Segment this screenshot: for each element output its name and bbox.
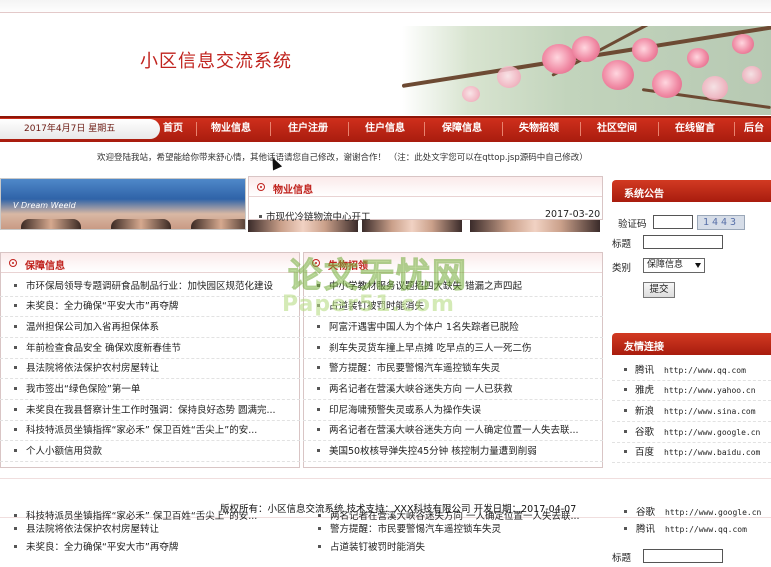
property-info-title: 物业信息	[273, 185, 313, 196]
header-top-line	[0, 12, 771, 13]
security-info-item[interactable]: 温州担保公司加入省再担保体系	[0, 318, 300, 338]
overlap-title-label: 标题	[612, 553, 632, 564]
panel-header: 保障信息	[1, 253, 299, 273]
section-marker-icon	[9, 259, 17, 267]
watermark-cn: 论文无忧网	[288, 256, 468, 297]
site-header: 小区信息交流系统	[0, 0, 771, 116]
overlap-row[interactable]: 未奖良：全力确保“平安大市”再夺牌	[14, 540, 299, 555]
welcome-marquee: 欢迎登陆我站，希望能给你带来舒心情，其他话语请您自己修改，谢谢合作！ （注：此处…	[97, 153, 588, 163]
nav-security-info[interactable]: 保障信息	[434, 116, 490, 142]
lost-found-item[interactable]: 两名记者在营溪大峡谷迷失方向 一人确定位置一人失去联...	[303, 421, 603, 441]
friend-link-item[interactable]: 腾讯 http://www.qq.com	[612, 361, 771, 381]
title-input[interactable]	[643, 235, 723, 249]
friend-link-item[interactable]: 新浪 http://www.sina.com	[612, 402, 771, 422]
security-info-item[interactable]: 年前检查食品安全 确保欢度新春佳节	[0, 339, 300, 359]
page-root: 小区信息交流系统 2017年4月7日 星期五 首页 物业信息 住户注册 住户信息…	[0, 0, 771, 567]
friend-links-header: 友情连接	[612, 333, 771, 355]
lost-found-item[interactable]: 两名记者在营溪大峡谷迷失方向 一人已获救	[303, 380, 603, 400]
friend-link-item[interactable]: 百度 http://www.baidu.com	[612, 443, 771, 463]
system-notice-header: 系统公告	[612, 180, 771, 202]
nav-admin[interactable]: 后台	[738, 116, 770, 142]
overlap-link[interactable]: 谷歌 http://www.google.cn	[624, 505, 771, 520]
property-info-date: 2017-03-20	[545, 209, 601, 220]
friend-link-item[interactable]: 谷歌 http://www.google.cn	[612, 423, 771, 443]
friend-links-title: 友情连接	[624, 342, 664, 353]
security-info-item[interactable]: 县法院将依法保护农村房屋转让	[0, 359, 300, 379]
current-date: 2017年4月7日 星期五	[0, 119, 160, 139]
security-info-item[interactable]: 未奖良在我县督察计生工作时强调：保持良好态势 圆满完...	[0, 401, 300, 421]
lost-found-item[interactable]: 阿富汗遇害中国人为个体户 1名失踪者已脱险	[303, 318, 603, 338]
photo-banner: V Dream Weeld	[0, 178, 246, 230]
chevron-down-icon	[695, 263, 701, 268]
security-info-item[interactable]: 市环保局领导专题调研食品制品行业：加快园区规范化建设	[0, 277, 300, 297]
peach-blossom-banner	[402, 26, 771, 115]
nav-property-info[interactable]: 物业信息	[203, 116, 259, 142]
photo-strip-segment	[470, 218, 600, 232]
security-info-item[interactable]: 个人小额信用贷款	[0, 442, 300, 462]
property-info-panel: 物业信息 市现代冷链物流中心开工 2017-03-20	[248, 176, 603, 223]
nav-home[interactable]: 首页	[153, 116, 193, 142]
lost-found-item[interactable]: 警方提醒：市民要警惕汽车遥控锁车失灵	[303, 359, 603, 379]
nav-resident-info[interactable]: 住户信息	[357, 116, 413, 142]
security-info-item[interactable]: 科技特派员坐镇指挥“家必禾” 保卫百姓“舌尖上”的安...	[0, 421, 300, 441]
overlap-row[interactable]: 占道装钉被罚时能消失	[318, 540, 603, 555]
nav-community-space[interactable]: 社区空间	[589, 116, 645, 142]
security-info-title: 保障信息	[25, 261, 65, 272]
captcha-input[interactable]	[653, 215, 693, 229]
site-title: 小区信息交流系统	[140, 51, 292, 72]
nav-resident-register[interactable]: 住户注册	[280, 116, 336, 142]
nav-online-message[interactable]: 在线留言	[667, 116, 723, 142]
property-info-item[interactable]: 市现代冷链物流中心开工	[259, 209, 371, 223]
overlap-row[interactable]: 警方提醒：市民要警惕汽车遥控锁车失灵	[318, 522, 603, 537]
captcha-image[interactable]: 1443	[697, 215, 745, 230]
friend-link-item[interactable]: 雅虎 http://www.yahoo.cn	[612, 381, 771, 401]
lost-found-item[interactable]: 刹车失灵货车撞上早点摊 吃早点的三人一死二伤	[303, 339, 603, 359]
watermark-en: Paper51.com	[282, 292, 455, 317]
category-label: 类别	[612, 263, 632, 274]
nav-lost-found[interactable]: 失物招领	[511, 116, 567, 142]
photo-strip-segment	[362, 218, 462, 232]
photo-caption: V Dream Weeld	[13, 201, 76, 210]
submit-button[interactable]: 提交	[643, 282, 675, 298]
overlap-link[interactable]: 腾讯 http://www.qq.com	[624, 522, 771, 537]
category-select[interactable]: 保障信息	[643, 258, 705, 273]
section-marker-icon	[257, 183, 265, 191]
title-label: 标题	[612, 239, 632, 250]
security-info-item[interactable]: 我市签出“绿色保险”第一单	[0, 380, 300, 400]
lost-found-item[interactable]: 美国50枚核导弹失控45分钟 核控制力量遭到削弱	[303, 442, 603, 462]
captcha-label: 验证码	[618, 219, 647, 230]
lost-found-item[interactable]: 印尼海啸预警失灵或系人为操作失误	[303, 401, 603, 421]
overlap-title-input[interactable]	[643, 549, 723, 563]
overlap-row[interactable]: 县法院将依法保护农村房屋转让	[14, 522, 299, 537]
security-info-item[interactable]: 未奖良：全力确保“平安大市”再夺牌	[0, 297, 300, 317]
panel-header: 物业信息	[249, 177, 602, 197]
system-notice-title: 系统公告	[624, 189, 664, 200]
